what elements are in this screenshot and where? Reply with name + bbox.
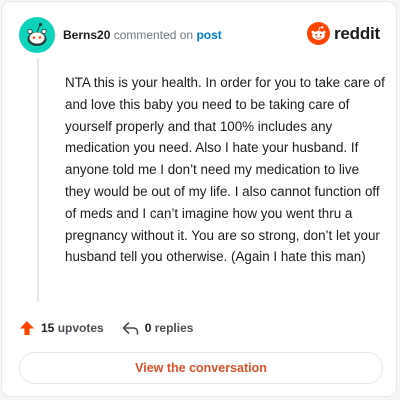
replies-label: replies	[154, 321, 194, 335]
upvotes-label: upvotes	[57, 321, 104, 335]
upvotes-count: 15	[41, 321, 55, 335]
replies-stat[interactable]: 0 replies	[122, 321, 194, 336]
view-conversation-button[interactable]: View the conversation	[19, 352, 383, 384]
post-link[interactable]: post	[196, 28, 221, 42]
reddit-snoo-icon	[306, 22, 330, 45]
replies-count: 0	[144, 321, 152, 335]
comment-header: Berns20 commented on post	[63, 27, 222, 43]
upvotes-stat[interactable]: 15 upvotes	[19, 320, 104, 336]
upvote-arrow-icon[interactable]	[19, 320, 35, 336]
comment-body: NTA this is your health. In order for yo…	[65, 75, 385, 265]
thread-line	[37, 58, 39, 302]
username[interactable]: Berns20	[63, 28, 110, 42]
comment-footer: 15 upvotes 0 replies	[19, 320, 193, 336]
reply-arrow-icon[interactable]	[122, 321, 139, 336]
reddit-logo: reddit	[306, 22, 380, 45]
comment-card: Berns20 commented on post reddit NTA thi…	[1, 1, 397, 397]
avatar[interactable]	[19, 17, 55, 53]
action-text: commented on	[113, 28, 194, 42]
brand-name: reddit	[333, 23, 380, 43]
